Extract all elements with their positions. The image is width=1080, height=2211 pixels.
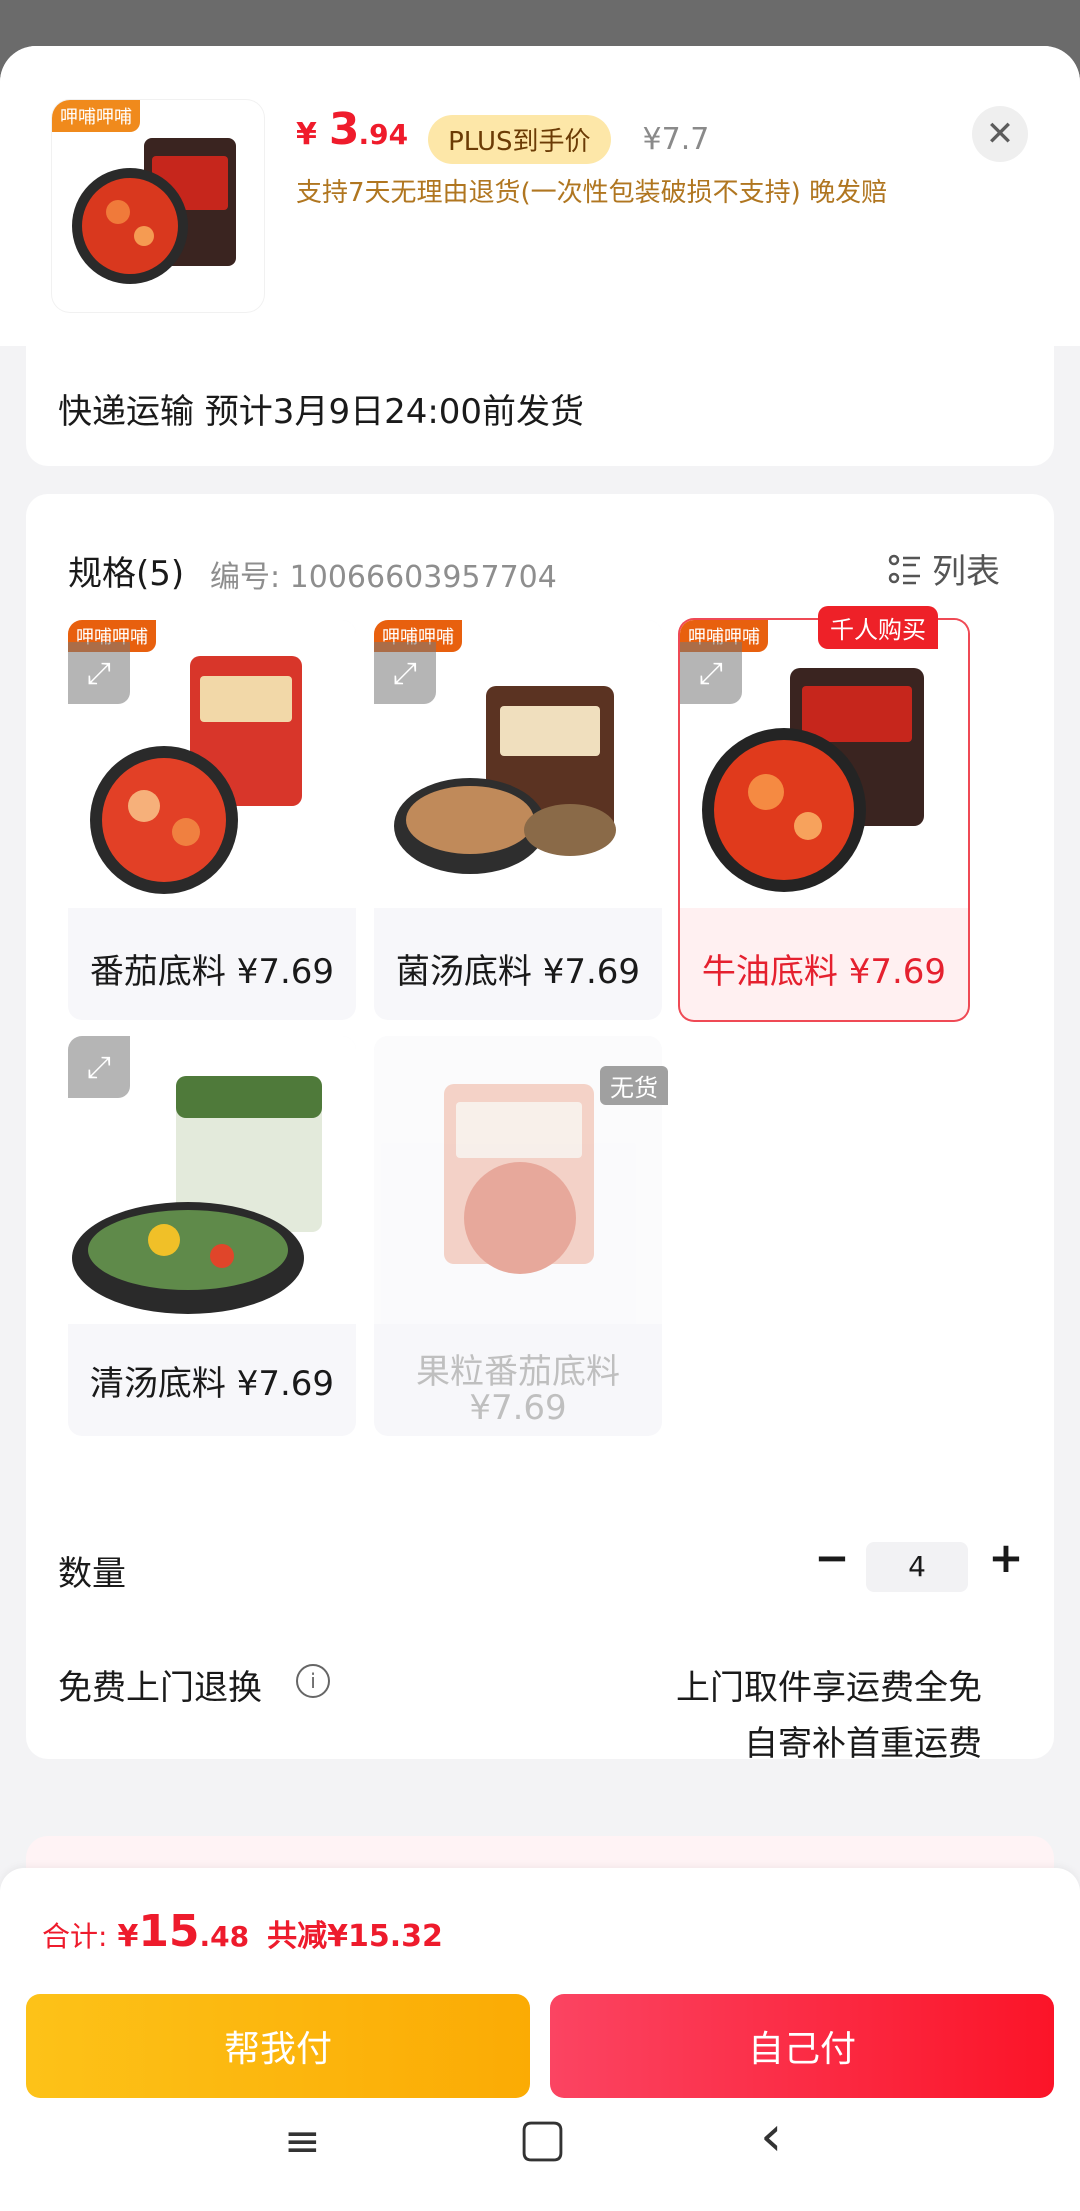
price-decimal: .94 xyxy=(358,118,409,151)
spec-option-label: 果粒番茄底料 ¥7.69 xyxy=(374,1354,662,1426)
total-currency: ¥ xyxy=(117,1919,139,1954)
spec-title: 规格(5) xyxy=(68,554,185,594)
out-of-stock-badge: 无货 xyxy=(600,1066,668,1105)
expand-icon[interactable]: ⤢ xyxy=(680,642,742,704)
spec-option-label: 清汤底料 ¥7.69 xyxy=(89,1364,335,1404)
quantity-increase-button[interactable]: + xyxy=(984,1536,1028,1580)
free-return-label: 免费上门退换 xyxy=(58,1668,262,1708)
list-icon xyxy=(888,554,920,584)
product-header: 呷哺呷哺 ¥3.94 PLUS到手价 ¥7.7 支持7天无理由退货(一次性包装破… xyxy=(0,46,1080,346)
spec-option-price: ¥7.69 xyxy=(469,1388,567,1428)
close-icon: ✕ xyxy=(985,114,1015,154)
quantity-input[interactable]: 4 xyxy=(866,1542,968,1592)
total-integer: 15 xyxy=(138,1906,200,1957)
spec-option-tomato[interactable]: 呷哺呷哺 ⤢ 番茄底料 ¥7.69 xyxy=(68,620,356,1020)
quantity-decrease-button[interactable]: − xyxy=(810,1536,854,1580)
product-thumbnail[interactable]: 呷哺呷哺 xyxy=(52,100,264,312)
close-button[interactable]: ✕ xyxy=(972,106,1028,162)
total-discount: 共减¥15.32 xyxy=(267,1919,443,1954)
product-code: 编号: 10066603957704 xyxy=(210,560,557,595)
plus-price-tag: PLUS到手价 xyxy=(428,114,611,164)
home-icon[interactable]: ▢ xyxy=(518,2108,567,2168)
free-return-line-1: 上门取件享运费全免 xyxy=(676,1668,982,1708)
total-label: 合计: xyxy=(42,1920,108,1953)
info-icon[interactable]: i xyxy=(296,1664,330,1698)
hot-seller-badge: 千人购买 xyxy=(818,606,938,649)
spec-option-label: 牛油底料 ¥7.69 xyxy=(701,952,947,992)
spec-option-mushroom[interactable]: 呷哺呷哺 ⤢ 菌汤底料 ¥7.69 xyxy=(374,620,662,1020)
list-view-label: 列表 xyxy=(932,552,1000,592)
spec-option-name: 果粒番茄底料 xyxy=(416,1352,620,1392)
expand-icon[interactable]: ⤢ xyxy=(68,1036,130,1098)
shipping-estimate: 快递运输 预计3月9日24:00前发货 xyxy=(58,392,585,432)
total-decimal: .48 xyxy=(199,1920,250,1953)
spec-sheet: 呷哺呷哺 ¥3.94 PLUS到手价 ¥7.7 支持7天无理由退货(一次性包装破… xyxy=(0,46,1080,2211)
price-currency: ¥ xyxy=(296,117,317,152)
free-return-line-2: 自寄补首重运费 xyxy=(744,1724,982,1764)
return-policy-note: 支持7天无理由退货(一次性包装破损不支持) 晚发赔 xyxy=(296,178,888,208)
spec-option-label: 菌汤底料 ¥7.69 xyxy=(395,952,641,992)
quantity-label: 数量 xyxy=(58,1554,126,1594)
back-icon[interactable]: ‹ xyxy=(760,2104,782,2169)
menu-icon[interactable]: ≡ xyxy=(284,2116,321,2167)
price-integer: 3 xyxy=(328,104,360,155)
brand-tag: 呷哺呷哺 xyxy=(52,100,140,132)
list-view-toggle[interactable]: 列表 xyxy=(888,544,1000,593)
order-total: 合计: ¥ 15 .48 共减¥15.32 xyxy=(42,1906,443,1957)
spec-option-label: 番茄底料 ¥7.69 xyxy=(89,952,335,992)
expand-icon[interactable]: ⤢ xyxy=(68,642,130,704)
help-me-pay-button[interactable]: 帮我付 xyxy=(26,1994,530,2098)
system-nav-bar: ≡ ▢ ‹ xyxy=(0,2100,1080,2211)
pay-myself-button[interactable]: 自己付 xyxy=(550,1994,1054,2098)
spec-option-clear-soup[interactable]: ⤢ 清汤底料 ¥7.69 xyxy=(68,1036,356,1436)
expand-icon[interactable]: ⤢ xyxy=(374,642,436,704)
price-row: ¥3.94 PLUS到手价 ¥7.7 xyxy=(296,104,709,174)
original-price: ¥7.7 xyxy=(642,121,710,157)
spec-option-butter[interactable]: 呷哺呷哺 ⤢ 牛油底料 ¥7.69 xyxy=(680,620,968,1020)
shipping-card: 快递运输 预计3月9日24:00前发货 xyxy=(26,334,1054,466)
